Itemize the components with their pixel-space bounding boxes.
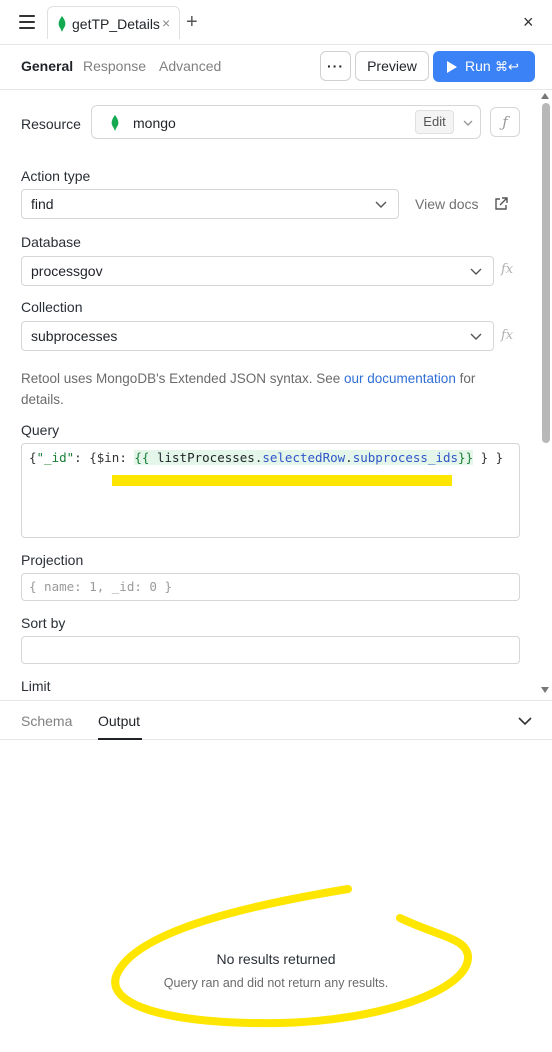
sort-by-input[interactable] xyxy=(21,636,520,664)
highlight-annotation xyxy=(112,475,452,486)
code-text: } } xyxy=(473,450,504,465)
result-panel-tabs: Schema Output xyxy=(0,700,552,740)
action-type-select[interactable]: find xyxy=(21,189,399,219)
chevron-down-icon[interactable] xyxy=(518,716,532,726)
chevron-down-icon xyxy=(470,333,482,340)
tab-close-icon[interactable]: × xyxy=(162,15,170,31)
template-open: {{ xyxy=(134,450,150,465)
scroll-thumb[interactable] xyxy=(542,103,550,443)
resource-value: mongo xyxy=(133,115,176,131)
tab-output[interactable]: Output xyxy=(98,713,140,729)
database-select[interactable]: processgov xyxy=(21,256,494,286)
scroll-down-arrow[interactable] xyxy=(541,687,549,693)
chevron-down-icon[interactable] xyxy=(462,117,474,129)
output-panel: No results returned Query ran and did no… xyxy=(0,740,552,1052)
chevron-down-icon xyxy=(470,268,482,275)
help-text-suffix: for xyxy=(455,371,476,386)
query-label: Query xyxy=(21,422,60,438)
extended-json-help: Retool uses MongoDB's Extended JSON synt… xyxy=(21,368,501,410)
run-button[interactable]: Run ⌘↩ xyxy=(433,51,535,82)
limit-label: Limit xyxy=(21,678,51,694)
tab-schema[interactable]: Schema xyxy=(21,713,72,729)
tab-general[interactable]: General xyxy=(21,58,73,74)
highlight-annotation xyxy=(111,885,472,1028)
mongo-leaf-icon xyxy=(58,16,66,32)
tab-response[interactable]: Response xyxy=(83,58,146,74)
resource-select[interactable]: mongo Edit xyxy=(91,105,481,139)
tab-title: getTP_Details xyxy=(72,16,160,32)
preview-button[interactable]: Preview xyxy=(355,51,429,81)
template-close: }} xyxy=(458,450,474,465)
resource-edit-button[interactable]: Edit xyxy=(415,110,454,134)
template-dot: . xyxy=(345,450,353,465)
projection-input[interactable]: { name: 1, _id: 0 } xyxy=(21,573,520,601)
mongo-leaf-icon xyxy=(111,115,119,131)
projection-placeholder: { name: 1, _id: 0 } xyxy=(29,579,172,594)
panel-close-icon[interactable]: × xyxy=(523,12,534,32)
template-object: listProcesses xyxy=(156,450,255,465)
query-toolbar: General Response Advanced ··· Preview Ru… xyxy=(0,45,552,90)
template-prop: subprocess_ids xyxy=(352,450,459,465)
code-text: : {$in: xyxy=(74,450,135,465)
projection-label: Projection xyxy=(21,552,84,568)
fx-toggle-button[interactable]: ƒ xyxy=(490,107,520,137)
chevron-down-icon xyxy=(375,201,387,208)
fx-icon[interactable]: fx xyxy=(501,262,513,277)
view-docs-link[interactable]: View docs xyxy=(415,196,479,212)
help-text: Retool uses MongoDB's Extended JSON synt… xyxy=(21,371,344,386)
sort-by-label: Sort by xyxy=(21,615,66,631)
tab-advanced[interactable]: Advanced xyxy=(159,58,221,74)
editor-scrollbar[interactable] xyxy=(540,90,552,700)
scroll-up-arrow[interactable] xyxy=(541,93,549,99)
code-brace: { xyxy=(29,450,37,465)
collection-label: Collection xyxy=(21,299,83,315)
collection-value: subprocesses xyxy=(31,328,118,344)
resource-label: Resource xyxy=(21,116,81,132)
run-shortcut: ⌘↩ xyxy=(495,59,519,74)
menu-icon[interactable] xyxy=(19,15,35,29)
help-text-line2: details. xyxy=(21,392,64,407)
collection-select[interactable]: subprocesses xyxy=(21,321,494,351)
play-icon xyxy=(447,61,457,73)
documentation-link[interactable]: our documentation xyxy=(344,371,456,386)
database-value: processgov xyxy=(31,263,103,279)
template-expression: {{ listProcesses.selectedRow.subprocess_… xyxy=(134,450,474,465)
query-code-line: {"_id": {$in: {{ listProcesses.selectedR… xyxy=(29,450,503,465)
query-code-editor[interactable]: {"_id": {$in: {{ listProcesses.selectedR… xyxy=(21,443,520,538)
database-label: Database xyxy=(21,234,81,250)
run-label: Run xyxy=(465,58,491,74)
tab-bar: getTP_Details × + × xyxy=(0,0,552,45)
external-link-icon[interactable] xyxy=(494,197,508,211)
action-type-value: find xyxy=(31,196,54,212)
template-prop: selectedRow xyxy=(262,450,346,465)
code-key: "_id" xyxy=(36,450,75,465)
new-tab-plus-icon[interactable]: + xyxy=(186,12,198,32)
query-editor-panel: Resource mongo Edit ƒ Action type find V… xyxy=(0,90,552,700)
fx-icon[interactable]: fx xyxy=(501,328,513,343)
more-options-button[interactable]: ··· xyxy=(320,51,351,81)
action-type-label: Action type xyxy=(21,168,91,184)
query-tab[interactable]: getTP_Details × xyxy=(47,6,180,39)
